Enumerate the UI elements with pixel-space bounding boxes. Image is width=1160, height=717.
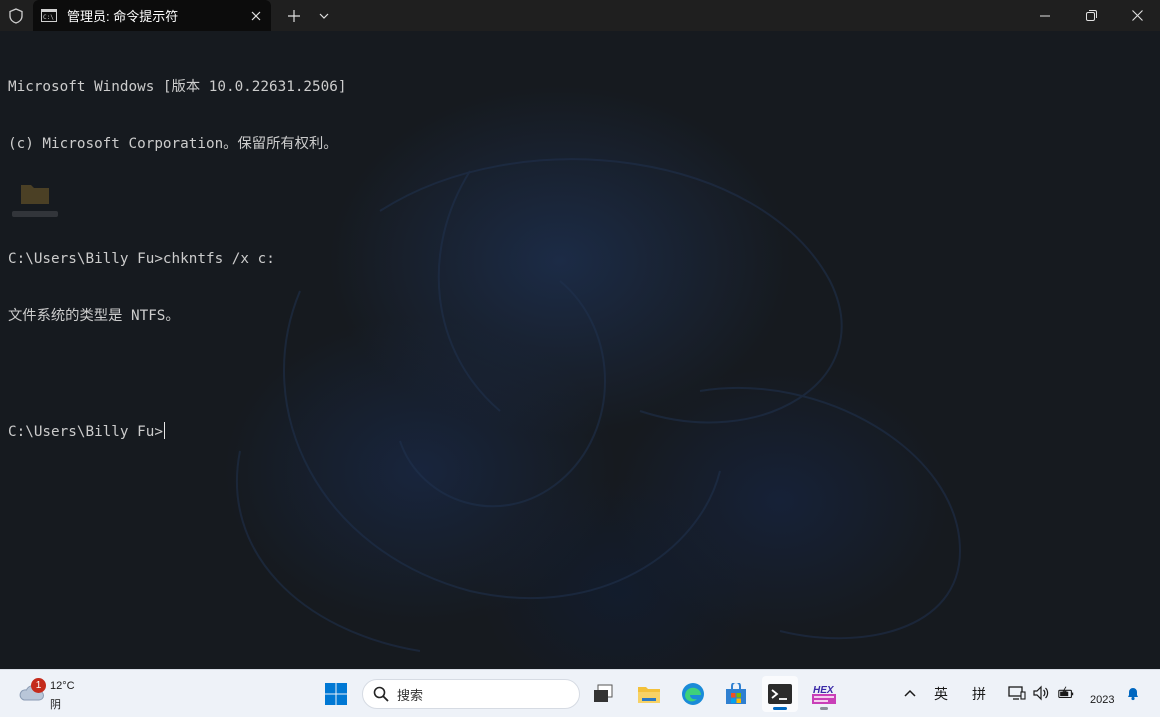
minimize-button[interactable] bbox=[1022, 0, 1068, 31]
battery-icon[interactable] bbox=[1057, 684, 1075, 702]
restore-button[interactable] bbox=[1068, 0, 1114, 31]
tab-title: 管理员: 命令提示符 bbox=[67, 9, 179, 24]
cmd-icon: C:\ bbox=[41, 9, 57, 23]
notification-bell-button[interactable] bbox=[1124, 684, 1142, 702]
close-tab-button[interactable] bbox=[241, 0, 271, 31]
microsoft-store-button[interactable] bbox=[718, 676, 754, 712]
prompt-line[interactable]: C:\Users\Billy Fu> bbox=[8, 421, 346, 441]
terminal-taskbar-button[interactable] bbox=[762, 676, 798, 712]
text-cursor bbox=[163, 421, 165, 439]
console-line: Microsoft Windows [版本 10.0.22631.2506] bbox=[8, 79, 347, 96]
title-bar: C:\ 管理员: 命令提示符 bbox=[0, 0, 1160, 31]
shield-icon bbox=[0, 0, 32, 31]
file-explorer-button[interactable] bbox=[631, 676, 667, 712]
terminal-area[interactable]: Microsoft Windows [版本 10.0.22631.2506] (… bbox=[0, 31, 1160, 669]
tab-dropdown-button[interactable] bbox=[309, 0, 339, 31]
weather-condition: 阴 bbox=[50, 698, 61, 711]
start-button[interactable] bbox=[318, 676, 354, 712]
bell-icon bbox=[1128, 688, 1138, 701]
task-view-button[interactable] bbox=[585, 676, 621, 712]
windows-logo-icon bbox=[325, 683, 347, 705]
ime-language-indicator[interactable]: 英 bbox=[934, 684, 948, 704]
running-indicator bbox=[820, 707, 828, 710]
folder-icon bbox=[638, 687, 660, 703]
taskbar-search[interactable]: 搜索 bbox=[362, 679, 580, 709]
search-icon bbox=[373, 686, 389, 702]
weather-widget[interactable]: 1 12°C 阴 bbox=[14, 676, 94, 712]
hex-editor-button[interactable]: HEX bbox=[806, 676, 842, 712]
hex-editor-icon: HEX bbox=[812, 685, 836, 704]
store-icon bbox=[726, 683, 746, 704]
console-line: C:\Users\Billy Fu>chkntfs /x c: bbox=[8, 251, 275, 268]
volume-icon[interactable] bbox=[1032, 684, 1050, 702]
weather-temperature: 12°C bbox=[50, 680, 75, 692]
taskbar: 1 12°C 阴 搜索 HEX 英 拼 2023 bbox=[0, 669, 1160, 717]
ime-mode-indicator[interactable]: 拼 bbox=[972, 684, 986, 704]
task-view-icon bbox=[594, 684, 613, 702]
edge-icon bbox=[682, 683, 704, 705]
close-window-button[interactable] bbox=[1114, 0, 1160, 31]
hex-label: HEX bbox=[813, 685, 835, 696]
title-drag-area[interactable] bbox=[339, 0, 1022, 31]
chevron-up-icon bbox=[904, 689, 916, 697]
tab-command-prompt[interactable]: C:\ 管理员: 命令提示符 bbox=[33, 0, 271, 31]
search-label: 搜索 bbox=[397, 688, 424, 704]
network-icon[interactable] bbox=[1008, 684, 1026, 702]
clock-date[interactable]: 2023 bbox=[1090, 694, 1114, 706]
console-line: 文件系统的类型是 NTFS。 bbox=[8, 308, 180, 325]
prompt-text: C:\Users\Billy Fu> bbox=[8, 423, 163, 440]
notification-badge: 1 bbox=[31, 678, 46, 693]
new-tab-button[interactable] bbox=[279, 0, 309, 31]
show-hidden-icons-button[interactable] bbox=[901, 684, 919, 702]
edge-browser-button[interactable] bbox=[675, 676, 711, 712]
terminal-icon bbox=[768, 684, 792, 704]
console-line: (c) Microsoft Corporation。保留所有权利。 bbox=[8, 136, 338, 153]
svg-text:C:\: C:\ bbox=[43, 14, 54, 21]
console-output: Microsoft Windows [版本 10.0.22631.2506] (… bbox=[8, 40, 346, 479]
active-indicator bbox=[773, 707, 787, 710]
